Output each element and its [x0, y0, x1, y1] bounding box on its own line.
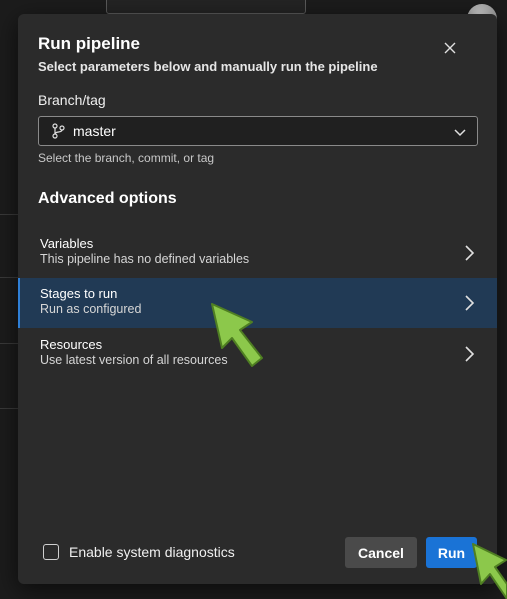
- option-label: Resources: [40, 337, 103, 352]
- background-divider: [0, 214, 18, 215]
- background-divider: [0, 408, 18, 409]
- background-divider: [0, 277, 18, 278]
- close-icon: [444, 42, 456, 54]
- dialog-title: Run pipeline: [38, 34, 140, 53]
- diagnostics-label: Enable system diagnostics: [69, 544, 235, 560]
- chevron-right-icon: [462, 345, 476, 363]
- chevron-down-icon: [453, 125, 467, 139]
- run-pipeline-dialog: Run pipeline Select parameters below and…: [18, 14, 497, 584]
- option-description: Run as configured: [40, 302, 142, 316]
- option-label: Variables: [40, 236, 94, 251]
- close-button[interactable]: [438, 36, 462, 60]
- branch-label: Branch/tag: [38, 92, 106, 108]
- option-description: This pipeline has no defined variables: [40, 252, 250, 266]
- option-stages-to-run[interactable]: Stages to run Run as configured: [18, 278, 497, 328]
- branch-helper-text: Select the branch, commit, or tag: [38, 151, 215, 165]
- run-button[interactable]: Run: [426, 537, 477, 568]
- background-search-box: [106, 0, 306, 14]
- git-branch-icon: [51, 123, 65, 139]
- chevron-right-icon: [462, 244, 476, 262]
- dialog-subtitle: Select parameters below and manually run…: [38, 59, 378, 74]
- chevron-right-icon: [462, 294, 476, 312]
- background-divider: [0, 343, 18, 344]
- option-description: Use latest version of all resources: [40, 353, 228, 367]
- cancel-button[interactable]: Cancel: [345, 537, 417, 568]
- option-variables[interactable]: Variables This pipeline has no defined v…: [18, 228, 497, 278]
- diagnostics-checkbox[interactable]: [43, 544, 59, 560]
- branch-value: master: [73, 123, 116, 139]
- advanced-options-heading: Advanced options: [38, 190, 177, 207]
- branch-dropdown[interactable]: master: [38, 116, 478, 146]
- option-resources[interactable]: Resources Use latest version of all reso…: [18, 329, 497, 379]
- option-label: Stages to run: [40, 286, 118, 301]
